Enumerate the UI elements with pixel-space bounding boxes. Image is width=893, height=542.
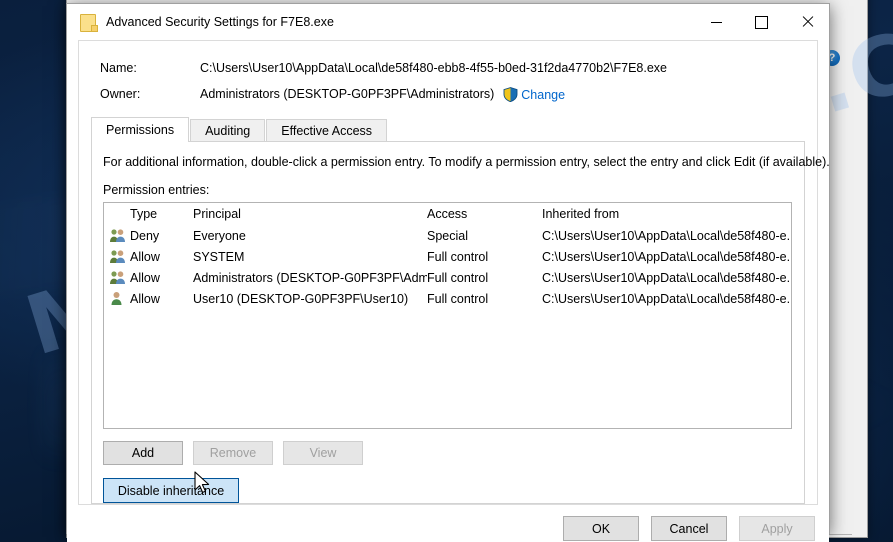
cell-type: Allow (130, 270, 160, 285)
desktop-background: click Advanced. ? MYANTISPYWARE.COM Adva… (0, 0, 893, 542)
add-button[interactable]: Add (103, 441, 183, 465)
permission-entries-label: Permission entries: (103, 183, 210, 197)
close-button[interactable] (784, 4, 829, 40)
cell-inherited-from: C:\Users\User10\AppData\Local\de58f480-e… (542, 270, 791, 285)
close-icon (801, 16, 813, 28)
cell-type: Allow (130, 291, 160, 306)
cell-inherited-from: C:\Users\User10\AppData\Local\de58f480-e… (542, 228, 791, 243)
owner-label: Owner: (100, 87, 141, 101)
change-owner-link[interactable]: Change (503, 86, 566, 102)
tab-strip-underline (103, 141, 805, 142)
inheritance-row: Disable inheritance (103, 478, 804, 503)
uac-shield-icon (503, 86, 518, 102)
remove-button: Remove (193, 441, 273, 465)
permissions-hint-text: For additional information, double-click… (103, 155, 830, 169)
cell-access: Full control (427, 249, 489, 264)
cell-access: Full control (427, 291, 489, 306)
maximize-button[interactable] (739, 4, 784, 40)
name-label: Name: (100, 61, 137, 75)
permission-list-header: Type Principal Access Inherited from (104, 203, 791, 225)
cell-type: Deny (130, 228, 160, 243)
permissions-tab-panel: For additional information, double-click… (91, 142, 830, 504)
cell-inherited-from: C:\Users\User10\AppData\Local\de58f480-e… (542, 291, 791, 306)
table-row[interactable]: Allow User10 (DESKTOP-G0PF3PF\User10) Fu… (104, 288, 791, 309)
advanced-security-settings-dialog: Advanced Security Settings for F7E8.exe … (66, 3, 830, 542)
cell-principal: Administrators (DESKTOP-G0PF3PF\Admini..… (193, 270, 427, 285)
cell-type: Allow (130, 249, 160, 264)
dialog-footer: OK Cancel Apply (67, 505, 829, 542)
name-row: Name: C:\Users\User10\AppData\Local\de58… (79, 55, 817, 81)
cell-principal: SYSTEM (193, 249, 245, 264)
table-row[interactable]: Allow Administrators (DESKTOP-G0PF3PF\Ad… (104, 267, 791, 288)
folder-icon (80, 13, 98, 32)
group-icon (104, 270, 130, 285)
minimize-icon (711, 21, 722, 23)
column-header-type[interactable]: Type (130, 207, 193, 221)
disable-inheritance-button[interactable]: Disable inheritance (103, 478, 239, 503)
view-button: View (283, 441, 363, 465)
owner-value: Administrators (DESKTOP-G0PF3PF\Administ… (200, 87, 495, 101)
cell-principal: User10 (DESKTOP-G0PF3PF\User10) (193, 291, 409, 306)
permission-action-buttons: Add Remove View (103, 441, 804, 465)
tab-permissions[interactable]: Permissions (91, 117, 190, 142)
group-icon (104, 228, 130, 243)
column-header-principal[interactable]: Principal (193, 207, 427, 221)
name-value: C:\Users\User10\AppData\Local\de58f480-e… (200, 61, 667, 75)
tab-auditing[interactable]: Auditing (190, 119, 266, 142)
cell-principal: Everyone (193, 228, 246, 243)
dialog-body: Name: C:\Users\User10\AppData\Local\de58… (67, 40, 830, 542)
minimize-button[interactable] (694, 4, 739, 40)
cell-inherited-from: C:\Users\User10\AppData\Local\de58f480-e… (542, 249, 791, 264)
group-icon (104, 249, 130, 264)
apply-button: Apply (739, 516, 815, 541)
table-row[interactable]: Allow SYSTEM Full control C:\Users\User1… (104, 246, 791, 267)
maximize-icon (755, 15, 768, 29)
table-row[interactable]: Deny Everyone Special C:\Users\User10\Ap… (104, 225, 791, 246)
ok-button[interactable]: OK (563, 516, 639, 541)
window-controls (694, 4, 829, 40)
content-pane: Name: C:\Users\User10\AppData\Local\de58… (78, 40, 830, 505)
tab-effective-access[interactable]: Effective Access (266, 119, 388, 142)
cancel-button[interactable]: Cancel (651, 516, 727, 541)
permission-entries-list[interactable]: Type Principal Access Inherited from Den… (103, 202, 792, 429)
file-info-block: Name: C:\Users\User10\AppData\Local\de58… (79, 41, 817, 109)
owner-row: Owner: Administrators (DESKTOP-G0PF3PF\A… (79, 81, 817, 107)
cell-access: Full control (427, 270, 489, 285)
column-header-access[interactable]: Access (427, 207, 542, 221)
change-link-label: Change (521, 87, 566, 102)
window-title: Advanced Security Settings for F7E8.exe (106, 15, 334, 29)
title-bar[interactable]: Advanced Security Settings for F7E8.exe (67, 4, 829, 40)
column-header-inherited-from[interactable]: Inherited from (542, 207, 791, 221)
cell-access: Special (427, 228, 468, 243)
tab-bar: Permissions Auditing Effective Access (91, 117, 817, 142)
user-icon (104, 291, 130, 306)
